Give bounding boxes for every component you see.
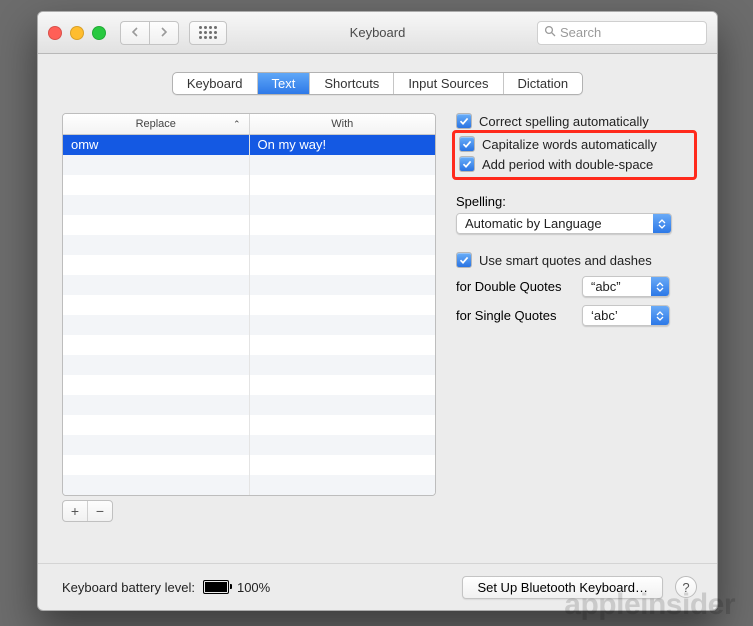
- spelling-section-label: Spelling:: [456, 194, 693, 209]
- double-quotes-label: for Double Quotes: [456, 279, 572, 294]
- tab-keyboard[interactable]: Keyboard: [173, 73, 258, 94]
- table-row[interactable]: omw On my way!: [63, 135, 435, 155]
- table-body[interactable]: omw On my way!: [63, 135, 435, 495]
- popup-arrows-icon: [651, 306, 669, 325]
- tab-bar: Keyboard Text Shortcuts Input Sources Di…: [38, 72, 717, 95]
- footer: Keyboard battery level: 100% Set Up Blue…: [38, 563, 717, 610]
- checkbox-checked-icon: [459, 156, 475, 172]
- column-with[interactable]: With: [250, 114, 436, 134]
- tab-text[interactable]: Text: [258, 73, 311, 94]
- double-quotes-popup[interactable]: “abc”: [582, 276, 670, 297]
- search-field[interactable]: Search: [537, 21, 707, 45]
- minimize-button[interactable]: [70, 26, 84, 40]
- single-quotes-popup[interactable]: ‘abc’: [582, 305, 670, 326]
- bluetooth-keyboard-button[interactable]: Set Up Bluetooth Keyboard…: [462, 576, 663, 599]
- option-correct-spelling[interactable]: Correct spelling automatically: [456, 113, 693, 129]
- single-quotes-value: ‘abc’: [583, 306, 651, 325]
- popup-arrows-icon: [653, 214, 671, 233]
- column-with-label: With: [331, 118, 353, 130]
- option-add-period[interactable]: Add period with double-space: [459, 156, 690, 172]
- battery-icon: [203, 580, 229, 594]
- single-quotes-label: for Single Quotes: [456, 308, 572, 323]
- tab-input-sources[interactable]: Input Sources: [394, 73, 503, 94]
- cell-replace: omw: [63, 135, 250, 155]
- sort-indicator-icon: ⌃: [233, 119, 241, 130]
- close-button[interactable]: [48, 26, 62, 40]
- remove-button[interactable]: −: [88, 501, 112, 521]
- option-capitalize-words[interactable]: Capitalize words automatically: [459, 136, 690, 152]
- tab-dictation[interactable]: Dictation: [504, 73, 583, 94]
- chevron-left-icon: [131, 26, 139, 40]
- nav-segment: [120, 21, 179, 45]
- titlebar: Keyboard Search: [38, 12, 717, 54]
- back-button[interactable]: [120, 21, 149, 45]
- search-icon: [538, 25, 560, 40]
- battery-percent: 100%: [237, 580, 270, 595]
- option-smart-quotes[interactable]: Use smart quotes and dashes: [456, 252, 693, 268]
- zoom-button[interactable]: [92, 26, 106, 40]
- replacements-table: Replace ⌃ With omw On my way!: [62, 113, 436, 496]
- replacements-table-wrap: Replace ⌃ With omw On my way!: [62, 113, 436, 496]
- checkbox-checked-icon: [459, 136, 475, 152]
- column-replace[interactable]: Replace ⌃: [63, 114, 250, 134]
- checkbox-checked-icon: [456, 252, 472, 268]
- spelling-value: Automatic by Language: [457, 214, 653, 233]
- spelling-popup[interactable]: Automatic by Language: [456, 213, 672, 234]
- add-remove-segment: + −: [62, 500, 113, 522]
- column-replace-label: Replace: [136, 118, 176, 130]
- preferences-window: Keyboard Search Keyboard Text Shortcuts …: [37, 11, 718, 611]
- show-all-button[interactable]: [189, 21, 227, 45]
- grid-icon: [199, 26, 217, 39]
- battery-label: Keyboard battery level:: [62, 580, 195, 595]
- checkbox-checked-icon: [456, 113, 472, 129]
- window-controls: [48, 26, 106, 40]
- double-quotes-value: “abc”: [583, 277, 651, 296]
- search-placeholder: Search: [560, 25, 601, 40]
- help-button[interactable]: ?: [675, 576, 697, 598]
- forward-button[interactable]: [149, 21, 179, 45]
- option-label: Add period with double-space: [482, 157, 653, 172]
- chevron-right-icon: [160, 26, 168, 40]
- add-button[interactable]: +: [63, 501, 88, 521]
- cell-with: On my way!: [250, 135, 436, 155]
- option-label: Capitalize words automatically: [482, 137, 657, 152]
- tab-shortcuts[interactable]: Shortcuts: [310, 73, 394, 94]
- option-label: Use smart quotes and dashes: [479, 253, 652, 268]
- highlight-box: Capitalize words automatically Add perio…: [452, 130, 697, 180]
- option-label: Correct spelling automatically: [479, 114, 649, 129]
- popup-arrows-icon: [651, 277, 669, 296]
- options-panel: Correct spelling automatically Capitaliz…: [456, 113, 693, 496]
- help-icon: ?: [682, 580, 689, 595]
